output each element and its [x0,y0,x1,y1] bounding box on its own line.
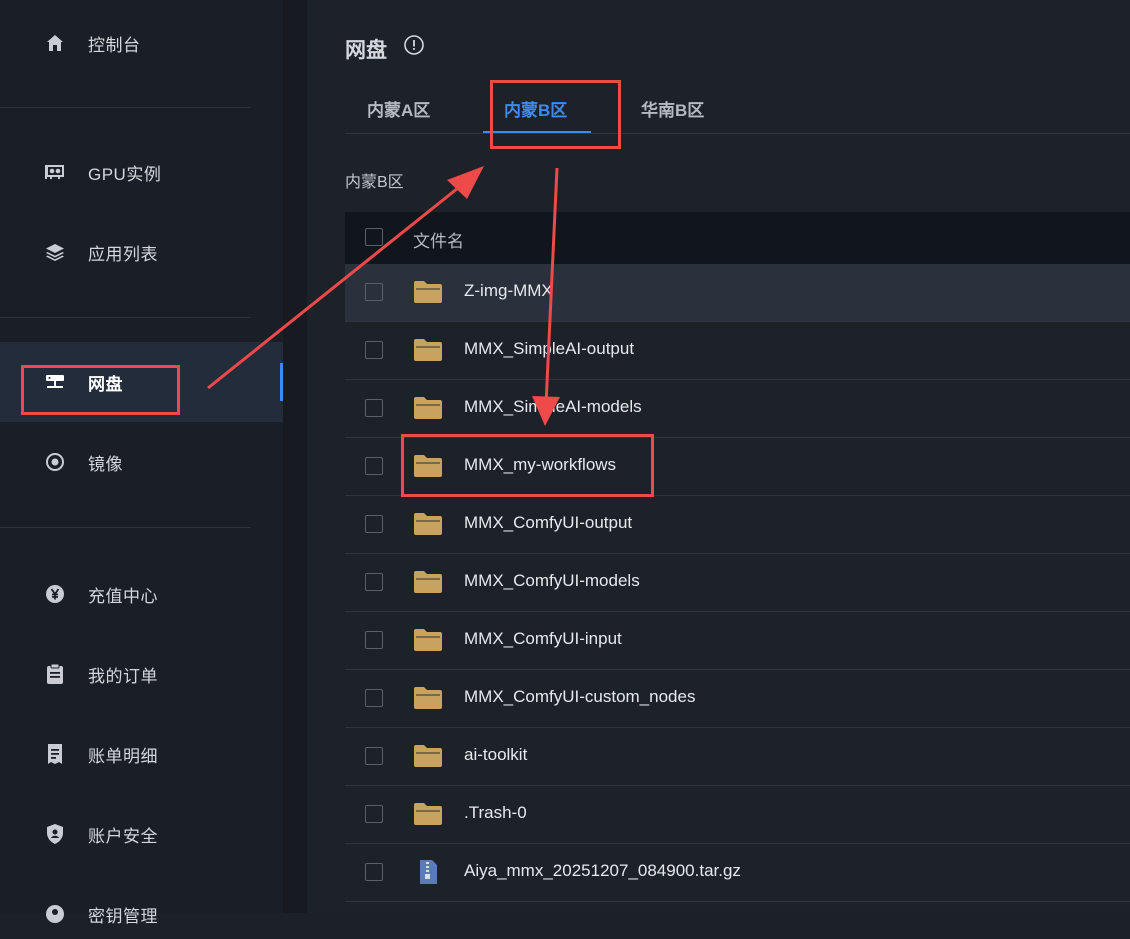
sidebar-item-label: 账户安全 [88,826,158,846]
archive-file-icon [413,860,443,884]
sidebar-item-label: 密钥管理 [88,906,158,926]
sidebar-item-images[interactable]: 镜像 [0,437,283,487]
file-name[interactable]: .Trash-0 [464,803,527,823]
table-row[interactable]: Aiya_mmx_20251207_084900.tar.gz [345,844,1130,902]
table-row[interactable]: ai-toolkit [345,728,1130,786]
sidebar-item-orders[interactable]: 我的订单 [0,649,283,699]
row-checkbox[interactable] [365,515,383,533]
sidebar-item-network-disk[interactable]: 网盘 [0,342,283,422]
table-row[interactable]: .Trash-0 [345,786,1130,844]
sidebar-item-label: 网盘 [88,374,123,394]
sidebar-divider [0,107,251,108]
row-checkbox[interactable] [365,747,383,765]
sidebar-item-label: 账单明细 [88,746,158,766]
sidebar-item-console[interactable]: 控制台 [0,18,283,68]
file-name[interactable]: MMX_ComfyUI-models [464,571,640,591]
table-row[interactable]: MMX_ComfyUI-custom_nodes [345,670,1130,728]
home-icon [44,32,66,54]
folder-icon [413,744,443,768]
folder-icon [413,686,443,710]
table-row[interactable]: MMX_SimpleAI-output [345,322,1130,380]
layout-gap [283,0,307,913]
table-row[interactable]: MMX_ComfyUI-output [345,496,1130,554]
row-checkbox[interactable] [365,863,383,881]
folder-icon [413,454,443,478]
tab-inner-mongolia-b[interactable]: 内蒙B区 [504,96,567,121]
select-all-checkbox[interactable] [365,228,383,246]
row-checkbox[interactable] [365,631,383,649]
sidebar-item-bills[interactable]: 账单明细 [0,729,283,779]
row-checkbox[interactable] [365,805,383,823]
file-table: 文件名 Z-img-MMX MMX_SimpleAI-output MMX_Simp… [345,212,1130,902]
file-name[interactable]: MMX_SimpleAI-models [464,397,642,417]
file-name[interactable]: Aiya_mmx_20251207_084900.tar.gz [464,861,741,881]
gpu-icon [44,161,66,183]
page-title: 网盘 [345,39,387,62]
sidebar-item-gpu[interactable]: GPU实例 [0,147,283,197]
folder-icon [413,570,443,594]
main-content: 网盘 内蒙A区 内蒙B区 华南B区 内蒙B区 文件名 Z-img-MMX MMX_… [307,0,1130,913]
table-row[interactable]: MMX_SimpleAI-models [345,380,1130,438]
clipboard-icon [44,663,66,685]
folder-icon [413,802,443,826]
column-header-filename: 文件名 [413,232,464,251]
active-tab-underline [483,131,591,133]
folder-icon [413,396,443,420]
file-name[interactable]: MMX_SimpleAI-output [464,339,634,359]
file-name[interactable]: MMX_ComfyUI-input [464,629,622,649]
file-name[interactable]: MMX_my-workflows [464,455,616,475]
current-region-label: 内蒙B区 [345,174,404,191]
table-row[interactable]: MMX_ComfyUI-input [345,612,1130,670]
folder-icon [413,628,443,652]
sidebar-item-apps[interactable]: 应用列表 [0,227,283,277]
row-checkbox[interactable] [365,573,383,591]
table-row[interactable]: Z-img-MMX [345,264,1130,322]
row-checkbox[interactable] [365,283,383,301]
sidebar-item-label: 应用列表 [88,244,158,264]
sidebar-item-label: 控制台 [88,35,141,55]
file-name[interactable]: ai-toolkit [464,745,527,765]
folder-icon [413,280,443,304]
layers-icon [44,241,66,263]
sidebar-item-label: GPU实例 [88,164,162,184]
network-disk-icon [44,371,66,393]
file-name[interactable]: MMX_ComfyUI-custom_nodes [464,687,695,707]
table-header: 文件名 [345,212,1130,264]
row-checkbox[interactable] [365,341,383,359]
sidebar-item-security[interactable]: 账户安全 [0,809,283,859]
key-icon [44,903,66,925]
table-row[interactable]: MMX_ComfyUI-models [345,554,1130,612]
folder-icon [413,338,443,362]
sidebar-item-keys[interactable]: 密钥管理 [0,889,283,939]
sidebar-item-label: 镜像 [88,454,123,474]
receipt-icon [44,743,66,765]
tab-south-china-b[interactable]: 华南B区 [641,96,704,121]
file-name[interactable]: Z-img-MMX [464,281,553,301]
disc-icon [44,451,66,473]
region-tabs: 内蒙A区 内蒙B区 华南B区 [345,80,1130,134]
yen-icon [44,583,66,605]
shield-icon [44,823,66,845]
file-name[interactable]: MMX_ComfyUI-output [464,513,632,533]
row-checkbox[interactable] [365,399,383,417]
sidebar-item-recharge[interactable]: 充值中心 [0,569,283,619]
sidebar: 控制台 GPU实例 应用列表 网盘 镜像 充值中心 我的订单 账单明细 账户安全… [0,0,283,926]
sidebar-divider [0,317,251,318]
sidebar-item-label: 充值中心 [88,586,158,606]
info-icon[interactable] [404,35,424,55]
folder-icon [413,512,443,536]
table-row[interactable]: MMX_my-workflows [345,438,1130,496]
row-checkbox[interactable] [365,689,383,707]
row-checkbox[interactable] [365,457,383,475]
tab-inner-mongolia-a[interactable]: 内蒙A区 [367,96,430,121]
sidebar-item-label: 我的订单 [88,666,158,686]
sidebar-divider [0,527,251,528]
